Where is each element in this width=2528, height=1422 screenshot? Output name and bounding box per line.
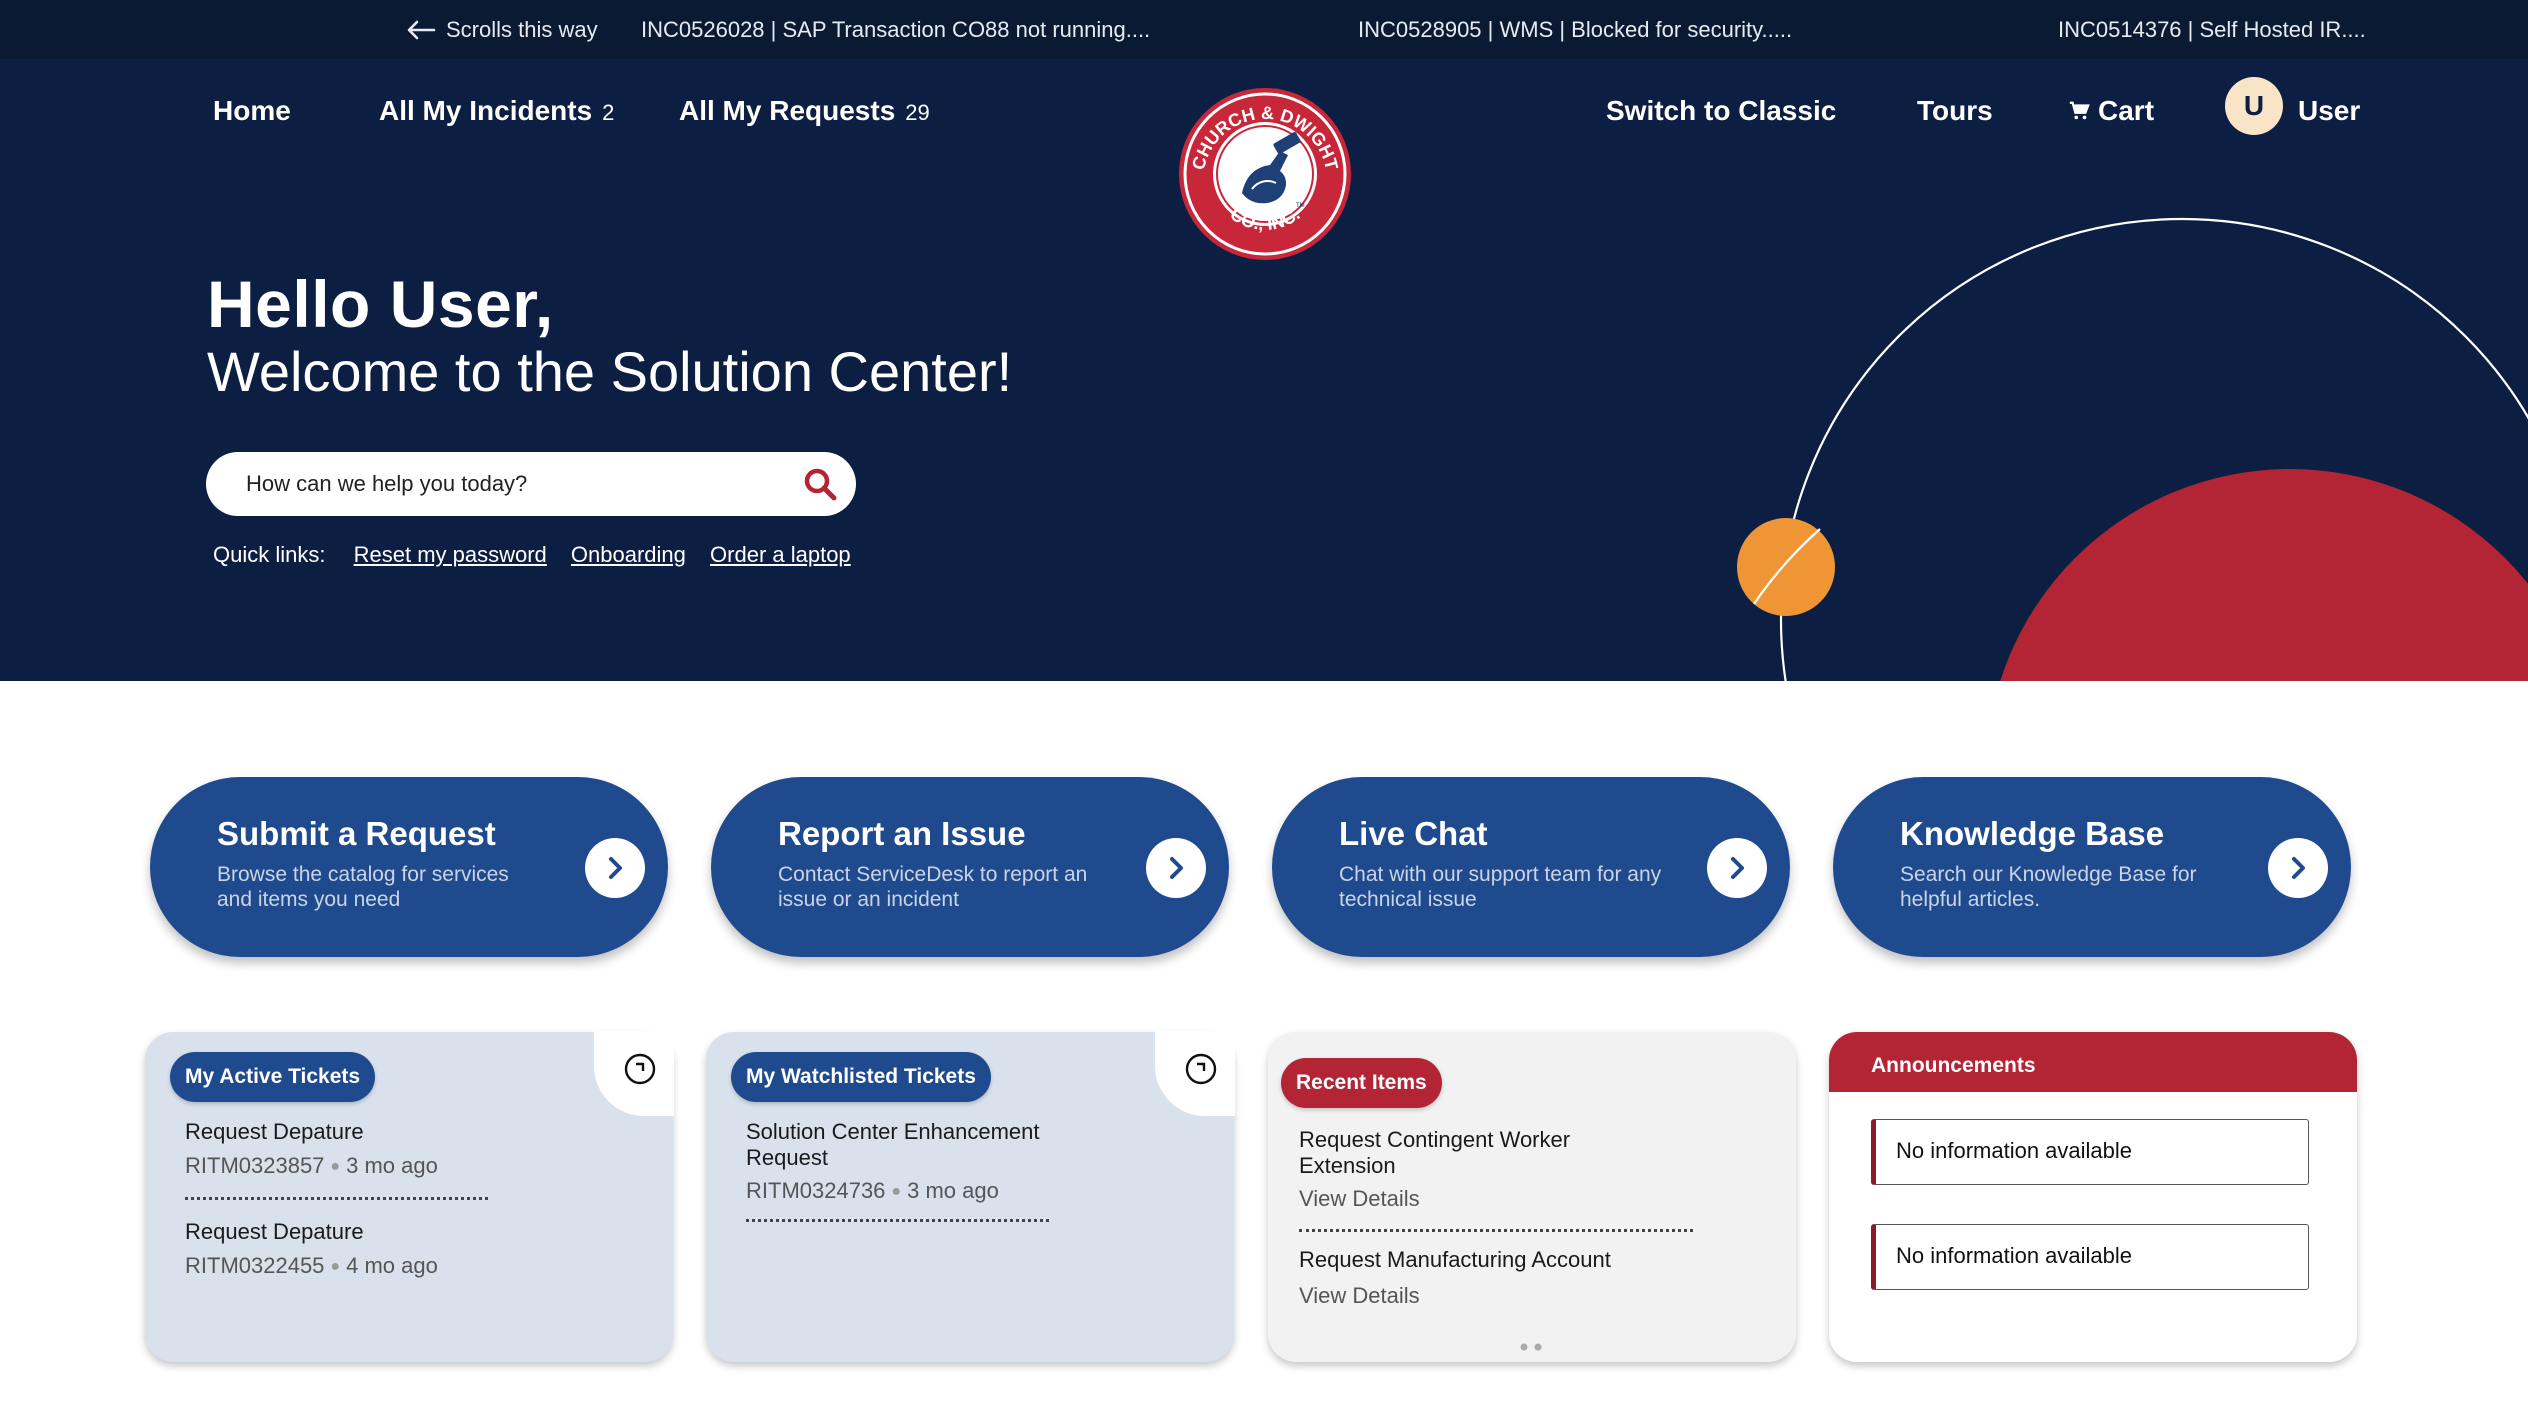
nav-home[interactable]: Home [213, 95, 291, 127]
chevron-right-icon[interactable] [1146, 838, 1206, 898]
nav-tours[interactable]: Tours [1917, 95, 1993, 127]
arrow-left-icon [407, 20, 436, 40]
ticket-name[interactable]: Request Depature [185, 1119, 364, 1145]
live-chat-card[interactable]: Live Chat Chat with our support team for… [1272, 777, 1790, 957]
pagination-dots[interactable] [1520, 1343, 1544, 1351]
nav-incidents-label: All My Incidents [379, 95, 593, 126]
refresh-icon[interactable] [623, 1052, 657, 1086]
quick-links: Quick links: Reset my password Onboardin… [213, 542, 851, 568]
switch-to-classic-link[interactable]: Switch to Classic [1606, 95, 1836, 127]
divider [1299, 1229, 1693, 1232]
announcement-item: No information available [1871, 1119, 2309, 1185]
card-title: Report an Issue [778, 815, 1026, 852]
ticker-item[interactable]: INC0526028 | SAP Transaction CO88 not ru… [641, 17, 1150, 43]
chevron-right-icon[interactable] [2268, 838, 2328, 898]
cart-icon [2069, 101, 2090, 120]
logo-tm: TM [1296, 203, 1305, 209]
ticker-item[interactable]: INC0528905 | WMS | Blocked for security.… [1358, 17, 1792, 43]
quick-link-reset-password[interactable]: Reset my password [354, 542, 547, 567]
chevron-right-icon[interactable] [585, 838, 645, 898]
user-menu[interactable]: User [2298, 95, 2360, 127]
hero-banner: Home All My Incidents 2 All My Requests 29… [0, 59, 2528, 681]
search-icon[interactable] [802, 466, 838, 502]
nav-requests-label: All My Requests [679, 95, 896, 126]
incidents-count: 2 [602, 100, 615, 125]
card-description: Chat with our support team for any techn… [1339, 863, 1662, 911]
nav-all-my-requests[interactable]: All My Requests 29 [679, 95, 930, 127]
ticket-meta: RITM0324736 ● 3 mo ago [746, 1178, 999, 1203]
incident-ticker: Scrolls this way INC0526028 | SAP Transa… [0, 0, 2528, 59]
recent-item-name[interactable]: Request Contingent Worker Extension [1299, 1127, 1609, 1179]
search-input[interactable] [246, 466, 786, 502]
ticket-age: 3 mo ago [346, 1153, 438, 1178]
divider [746, 1219, 1049, 1222]
ticket-meta: RITM0322455 ● 4 mo ago [185, 1253, 438, 1278]
church-dwight-logo[interactable]: CHURCH & DWIGHT CO., INC. TM [1176, 85, 1354, 263]
card-title: Live Chat [1339, 815, 1488, 852]
recent-items-title: Recent Items [1281, 1058, 1442, 1108]
ticket-name[interactable]: Solution Center Enhancement Request [746, 1119, 1066, 1171]
submit-request-card[interactable]: Submit a Request Browse the catalog for … [150, 777, 668, 957]
cart-label: Cart [2098, 95, 2155, 126]
announcements-card: Announcements No information available N… [1829, 1032, 2357, 1362]
announcements-title: Announcements [1829, 1032, 2357, 1092]
cart-link[interactable]: Cart [2068, 95, 2154, 127]
search-bar [206, 452, 856, 516]
announcement-item: No information available [1871, 1224, 2309, 1290]
card-description: Search our Knowledge Base for helpful ar… [1900, 863, 2197, 911]
ticket-number: RITM0322455 [185, 1253, 325, 1278]
card-description: Browse the catalog for services and item… [217, 863, 509, 911]
ticker-item[interactable]: INC0514376 | Self Hosted IR.... [2058, 17, 2366, 43]
scroll-hint-label: Scrolls this way [446, 17, 598, 42]
refresh-icon[interactable] [1184, 1052, 1218, 1086]
nav-all-my-incidents[interactable]: All My Incidents 2 [379, 95, 614, 127]
avatar[interactable]: U [2225, 77, 2283, 135]
scroll-hint: Scrolls this way [406, 17, 598, 43]
greeting-heading: Hello User, [207, 267, 554, 341]
requests-count: 29 [905, 100, 930, 125]
active-tickets-title: My Active Tickets [170, 1052, 376, 1102]
ticket-meta: RITM0323857 ● 3 mo ago [185, 1153, 438, 1178]
recent-items-card: Recent Items Request Contingent Worker E… [1268, 1032, 1796, 1362]
chevron-right-icon[interactable] [1707, 838, 1767, 898]
ticket-age: 3 mo ago [907, 1178, 999, 1203]
divider [185, 1197, 488, 1200]
watchlisted-tickets-card: My Watchlisted Tickets Solution Center E… [706, 1031, 1235, 1362]
quick-links-label: Quick links: [213, 542, 326, 567]
ticket-age: 4 mo ago [346, 1253, 438, 1278]
card-title: Submit a Request [217, 815, 496, 852]
watchlisted-tickets-title: My Watchlisted Tickets [731, 1052, 991, 1102]
ticket-number: RITM0323857 [185, 1153, 325, 1178]
view-details-link[interactable]: View Details [1299, 1283, 1420, 1309]
recent-item-name[interactable]: Request Manufacturing Account [1299, 1247, 1611, 1273]
ticket-number: RITM0324736 [746, 1178, 886, 1203]
report-issue-card[interactable]: Report an Issue Contact ServiceDesk to r… [711, 777, 1229, 957]
ticket-name[interactable]: Request Depature [185, 1219, 364, 1245]
active-tickets-card: My Active Tickets Request Depature RITM0… [145, 1031, 674, 1362]
knowledge-base-card[interactable]: Knowledge Base Search our Knowledge Base… [1833, 777, 2351, 957]
quick-link-onboarding[interactable]: Onboarding [571, 542, 686, 567]
card-description: Contact ServiceDesk to report an issue o… [778, 863, 1088, 911]
welcome-heading: Welcome to the Solution Center! [207, 340, 1013, 403]
view-details-link[interactable]: View Details [1299, 1186, 1420, 1212]
card-title: Knowledge Base [1900, 815, 2165, 852]
quick-link-order-laptop[interactable]: Order a laptop [710, 542, 851, 567]
